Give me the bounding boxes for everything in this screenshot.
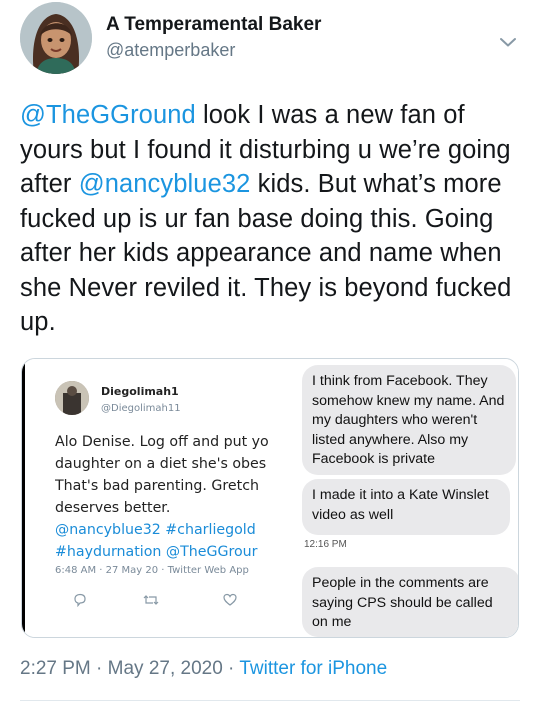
mention-link[interactable]: @nancyblue32 [79,170,251,198]
message-bubble: I made it into a Kate Winslet video as w… [302,479,510,535]
embedded-tags: @nancyblue32 #charliegold [55,522,256,538]
tweet-source-link[interactable]: Twitter for iPhone [239,658,387,679]
embedded-author-name: Diegolimah1 [101,385,179,398]
message-bubble: People in the comments are saying CPS sh… [302,567,518,637]
embedded-line: deserves better. [55,500,171,516]
embedded-actions [73,593,273,613]
message-bubble: I think from Facebook. They somehow knew… [302,365,516,475]
embedded-meta: 6:48 AM · 27 May 20 · Twitter Web App [55,565,249,576]
reply-icon [73,593,87,610]
embedded-author-handle: @Diegolimah11 [101,403,181,414]
message-timestamp: 12:16 PM [304,539,347,550]
message-thread: I think from Facebook. They somehow knew… [294,359,518,637]
author-avatar[interactable] [20,2,92,74]
attached-image[interactable]: Diegolimah1 @Diegolimah11 Alo Denise. Lo… [21,358,519,638]
divider [20,700,520,701]
embedded-line: Alo Denise. Log off and put yo [55,434,269,450]
embedded-tags: #haydurnation @TheGGrour [55,544,258,560]
mention-link[interactable]: @TheGGround [20,101,196,129]
embedded-tweet-screenshot: Diegolimah1 @Diegolimah11 Alo Denise. Lo… [22,359,295,637]
author-handle[interactable]: @atemperbaker [106,40,235,61]
embedded-avatar [55,381,89,415]
tweet-text: @TheGGround look I was a new fan of your… [20,98,520,340]
heart-icon [223,593,237,610]
tweet-footer: 2:27 PM · May 27, 2020 · Twitter for iPh… [20,658,387,680]
embedded-tweet-text: Alo Denise. Log off and put yo daughter … [55,431,295,563]
embedded-line: That's bad parenting. Gretch [55,478,259,494]
tweet-timestamp[interactable]: 2:27 PM · May 27, 2020 · [20,658,239,679]
author-name[interactable]: A Temperamental Baker [106,14,321,36]
tweet-header: A Temperamental Baker @atemperbaker [20,2,520,74]
chevron-down-icon[interactable] [496,30,520,54]
retweet-icon [143,593,159,610]
avatar-illustration [20,2,92,74]
embedded-line: daughter on a diet she's obes [55,456,267,472]
